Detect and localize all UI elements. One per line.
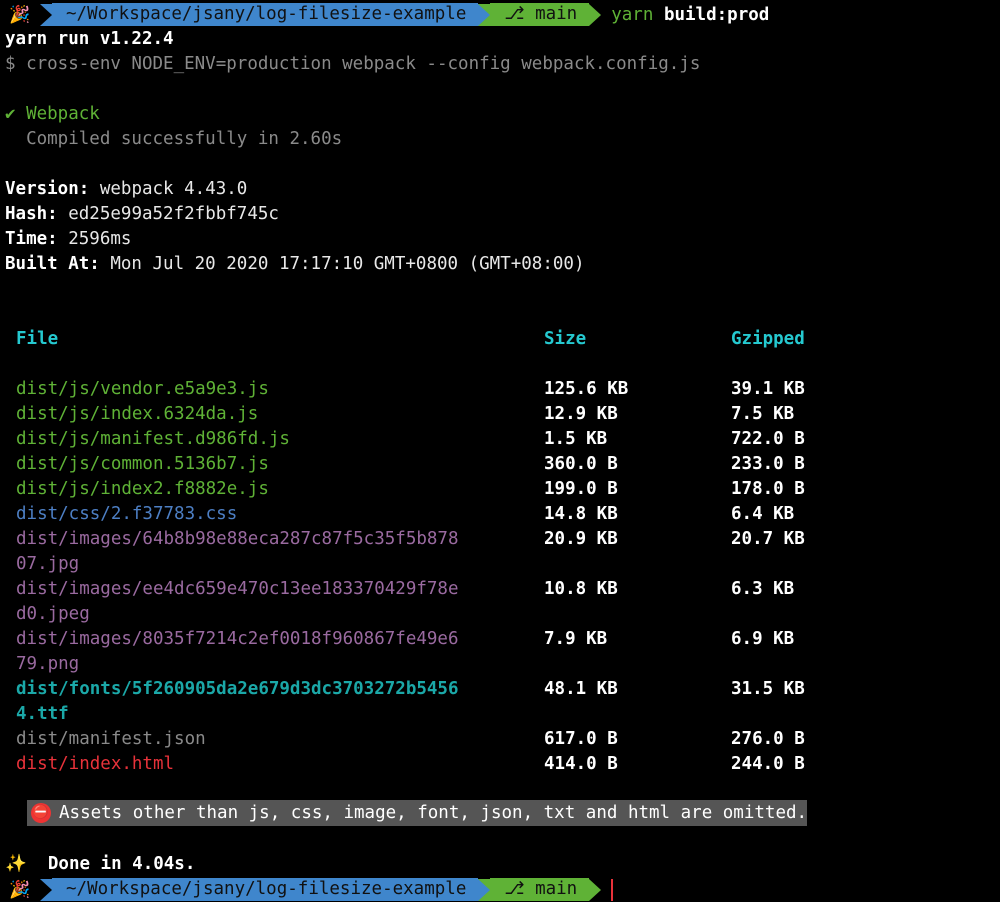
- party-popper-icon: 🎉: [9, 879, 31, 900]
- webpack-status: ✔ Webpack: [5, 104, 100, 124]
- asset-gzipped-size: 6.9 KB: [731, 629, 795, 649]
- yarn-version: yarn run v1.22.4: [5, 29, 174, 49]
- asset-file-name: dist/images/ee4dc659e470c13ee183370429f7…: [16, 579, 459, 599]
- table-header-gzipped: Gzipped: [731, 329, 805, 349]
- asset-gzipped-size: 6.3 KB: [731, 579, 795, 599]
- asset-file-name: dist/js/index2.f8882e.js: [16, 479, 269, 499]
- asset-file-name: dist/css/2.f37783.css: [16, 504, 238, 524]
- asset-file-name-continued: 4.ttf: [16, 704, 69, 724]
- asset-gzipped-size: 276.0 B: [731, 729, 805, 749]
- hash-line: Hash: ed25e99a52f2fbbf745c: [5, 204, 279, 224]
- asset-size: 617.0 B: [544, 729, 618, 749]
- asset-gzipped-size: 6.4 KB: [731, 504, 795, 524]
- powerline-separator: [478, 878, 491, 901]
- party-popper-icon: 🎉: [9, 4, 31, 25]
- asset-file-name: dist/images/64b8b98e88eca287c87f5c35f5b8…: [16, 529, 459, 549]
- powerline-separator: [589, 878, 602, 901]
- powerline-separator: [40, 878, 52, 901]
- asset-size: 7.9 KB: [544, 629, 608, 649]
- asset-gzipped-size: 722.0 B: [731, 429, 805, 449]
- terminal-window[interactable]: 🎉 ~/Workspace/jsany/log-filesize-example…: [0, 0, 1000, 902]
- asset-file-name: dist/index.html: [16, 754, 175, 774]
- asset-file-name: dist/js/common.5136b7.js: [16, 454, 269, 474]
- prompt-path: ~/Workspace/jsany/log-filesize-example: [52, 3, 479, 26]
- asset-file-name: dist/manifest.json: [16, 729, 206, 749]
- done-line: ✨ Done in 4.04s.: [5, 852, 195, 877]
- time-line: Time: 2596ms: [5, 229, 132, 249]
- asset-size: 10.8 KB: [544, 579, 618, 599]
- asset-gzipped-size: 244.0 B: [731, 754, 805, 774]
- asset-file-name: dist/js/manifest.d986fd.js: [16, 429, 290, 449]
- powerline-separator: [40, 3, 52, 26]
- git-branch-icon: ⎇: [504, 4, 536, 24]
- asset-file-name: dist/js/vendor.e5a9e3.js: [16, 379, 269, 399]
- sparkles-icon: ✨: [5, 854, 27, 874]
- text-cursor[interactable]: [611, 878, 614, 901]
- prompt-git-branch: ⎇ main: [490, 878, 590, 901]
- prompt-line: 🎉 ~/Workspace/jsany/log-filesize-example…: [0, 2, 769, 27]
- table-header-file: File: [16, 329, 59, 349]
- built-at-line: Built At: Mon Jul 20 2020 17:17:10 GMT+0…: [5, 254, 585, 274]
- script-line: $ cross-env NODE_ENV=production webpack …: [5, 54, 701, 74]
- asset-size: 48.1 KB: [544, 679, 618, 699]
- asset-file-name-continued: 79.png: [16, 654, 80, 674]
- asset-size: 125.6 KB: [544, 379, 629, 399]
- asset-size: 199.0 B: [544, 479, 618, 499]
- asset-size: 12.9 KB: [544, 404, 618, 424]
- powerline-separator: [478, 3, 491, 26]
- asset-size: 20.9 KB: [544, 529, 618, 549]
- asset-file-name-continued: 07.jpg: [16, 554, 80, 574]
- prompt-line-current: 🎉 ~/Workspace/jsany/log-filesize-example…: [0, 877, 614, 902]
- compiled-message: Compiled successfully in 2.60s: [5, 129, 343, 149]
- asset-gzipped-size: 39.1 KB: [731, 379, 805, 399]
- no-entry-icon: ⛔: [31, 803, 51, 823]
- asset-file-name-continued: d0.jpeg: [16, 604, 90, 624]
- prompt-git-branch: ⎇ main: [490, 3, 590, 26]
- command-program: yarn: [611, 4, 654, 25]
- git-branch-icon: ⎇: [504, 879, 536, 899]
- asset-gzipped-size: 31.5 KB: [731, 679, 805, 699]
- asset-size: 14.8 KB: [544, 504, 618, 524]
- powerline-separator: [589, 3, 602, 26]
- asset-gzipped-size: 178.0 B: [731, 479, 805, 499]
- prompt-path: ~/Workspace/jsany/log-filesize-example: [52, 878, 479, 901]
- table-header-size: Size: [544, 329, 587, 349]
- asset-file-name: dist/fonts/5f260905da2e679d3dc3703272b54…: [16, 679, 459, 699]
- asset-size: 1.5 KB: [544, 429, 608, 449]
- done-text: Done in 4.04s.: [47, 854, 196, 874]
- asset-gzipped-size: 233.0 B: [731, 454, 805, 474]
- omitted-notice-text: Assets other than js, css, image, font, …: [59, 803, 808, 823]
- version-line: Version: webpack 4.43.0: [5, 179, 248, 199]
- asset-size: 414.0 B: [544, 754, 618, 774]
- asset-gzipped-size: 7.5 KB: [731, 404, 795, 424]
- omitted-notice: ⛔ Assets other than js, css, image, font,…: [27, 800, 808, 826]
- command-args: build:prod: [663, 4, 770, 25]
- asset-file-name: dist/js/index.6324da.js: [16, 404, 259, 424]
- asset-gzipped-size: 20.7 KB: [731, 529, 805, 549]
- asset-file-name: dist/images/8035f7214c2ef0018f960867fe49…: [16, 629, 459, 649]
- asset-size: 360.0 B: [544, 454, 618, 474]
